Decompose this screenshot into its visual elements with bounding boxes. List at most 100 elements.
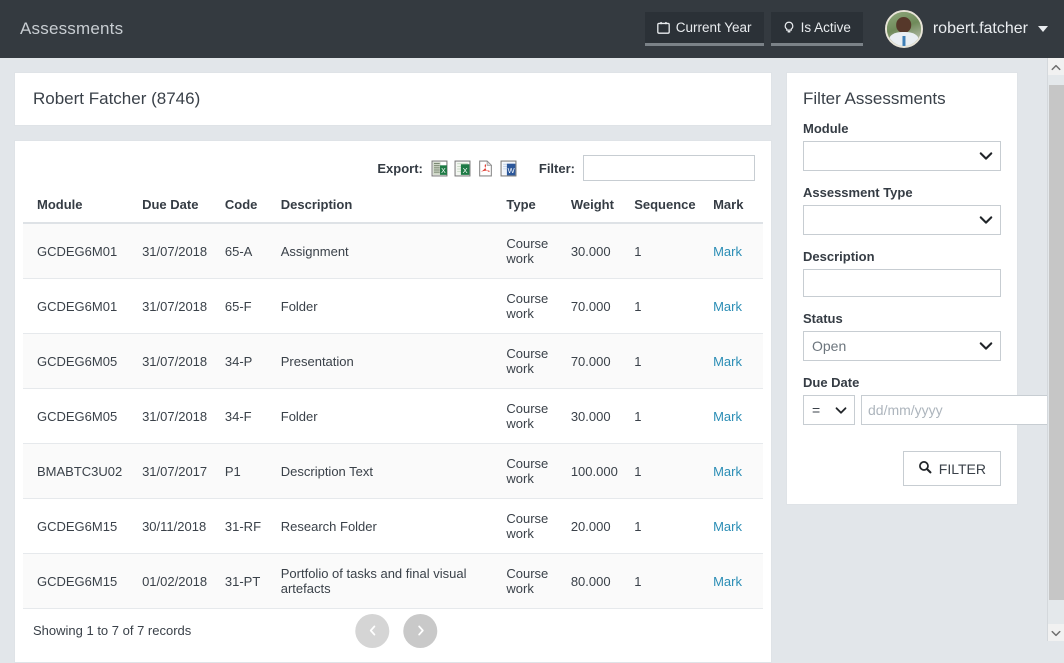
pagination-next-button[interactable] [403,614,437,648]
cell-type: Course work [500,389,564,444]
due-operator-wrap: = [803,395,855,425]
filter-assessments-panel: Filter Assessments Module Assessment Typ… [786,72,1018,505]
status-label: Status [803,311,1001,326]
cell-weight: 70.000 [565,279,628,334]
module-label: Module [803,121,1001,136]
mark-link[interactable]: Mark [713,244,742,259]
cell-sequence: 1 [628,554,707,609]
scrollbar-thumb[interactable] [1049,85,1064,600]
student-card: Robert Fatcher (8746) [14,72,772,126]
cell-mark: Mark [707,444,763,499]
cell-code: 31-PT [219,554,275,609]
assessment-type-label: Assessment Type [803,185,1001,200]
cell-weight: 80.000 [565,554,628,609]
filter-button-row: FILTER [803,439,1001,486]
mark-link[interactable]: Mark [713,354,742,369]
search-icon [918,460,932,477]
cell-mark: Mark [707,279,763,334]
cell-due-date: 31/07/2018 [136,334,219,389]
chevron-right-icon [414,624,427,637]
cell-sequence: 1 [628,223,707,279]
cell-module: GCDEG6M01 [23,279,136,334]
mark-link[interactable]: Mark [713,574,742,589]
cell-due-date: 30/11/2018 [136,499,219,554]
cell-sequence: 1 [628,334,707,389]
page-title: Assessments [20,19,123,39]
table-filter-input[interactable] [583,155,755,181]
cell-module: BMABTC3U02 [23,444,136,499]
due-operator-select[interactable]: = [803,395,855,425]
cell-sequence: 1 [628,279,707,334]
cell-code: 65-A [219,223,275,279]
table-row: GCDEG6M0531/07/201834-PPresentationCours… [23,334,763,389]
due-date-input[interactable] [861,395,1055,425]
export-icons: X X W [431,160,517,177]
chevron-up-icon [1051,59,1061,74]
assessment-type-filter-group: Assessment Type [803,185,1001,235]
mark-link[interactable]: Mark [713,299,742,314]
scrollbar-up-button[interactable] [1048,58,1064,75]
svg-text:W: W [508,165,515,174]
col-header-module[interactable]: Module [23,191,136,223]
page-body: Robert Fatcher (8746) Export: X X W [0,58,1064,663]
is-active-button[interactable]: Is Active [771,12,863,46]
table-row: GCDEG6M0531/07/201834-FFolderCourse work… [23,389,763,444]
module-filter-group: Module [803,121,1001,171]
export-label: Export: [377,161,423,176]
cell-mark: Mark [707,389,763,444]
table-row: GCDEG6M1530/11/201831-RFResearch FolderC… [23,499,763,554]
export-excel-icon[interactable]: X [454,160,471,177]
export-pdf-icon[interactable] [477,160,494,177]
col-header-code[interactable]: Code [219,191,275,223]
current-year-label: Current Year [676,19,752,37]
filter-submit-button[interactable]: FILTER [903,451,1001,486]
cell-weight: 30.000 [565,389,628,444]
vertical-scrollbar[interactable] [1047,58,1064,641]
chevron-down-icon [1051,625,1061,640]
status-select[interactable]: Open [803,331,1001,361]
topbar-actions: Current Year Is Active robert.fatcher [645,10,1048,48]
cell-due-date: 01/02/2018 [136,554,219,609]
col-header-type[interactable]: Type [500,191,564,223]
description-input[interactable] [803,269,1001,297]
cell-weight: 20.000 [565,499,628,554]
export-word-icon[interactable]: W [500,160,517,177]
table-row: GCDEG6M1501/02/201831-PTPortfolio of tas… [23,554,763,609]
scrollbar-down-button[interactable] [1048,624,1064,641]
due-date-input-wrap [861,395,1064,425]
col-header-sequence[interactable]: Sequence [628,191,707,223]
pagination-previous-button[interactable] [355,614,389,648]
status-select-wrap: Open [803,331,1001,361]
filter-label: Filter: [539,161,575,176]
module-select[interactable] [803,141,1001,171]
side-column: Filter Assessments Module Assessment Typ… [786,72,1018,505]
mark-link[interactable]: Mark [713,519,742,534]
col-header-description[interactable]: Description [275,191,501,223]
cell-code: 34-F [219,389,275,444]
table-row: BMABTC3U0231/07/2017P1Description TextCo… [23,444,763,499]
lightbulb-icon [783,21,795,34]
cell-mark: Mark [707,223,763,279]
table-row: GCDEG6M0131/07/201865-FFolderCourse work… [23,279,763,334]
export-csv-icon[interactable]: X [431,160,448,177]
col-header-due-date[interactable]: Due Date [136,191,219,223]
col-header-mark: Mark [707,191,763,223]
cell-type: Course work [500,444,564,499]
table-header-row: Module Due Date Code Description Type We… [23,191,763,223]
table-footer: Showing 1 to 7 of 7 records [23,609,763,654]
cell-type: Course work [500,499,564,554]
mark-link[interactable]: Mark [713,464,742,479]
user-menu[interactable]: robert.fatcher [885,10,1048,48]
assessment-type-select[interactable] [803,205,1001,235]
cell-type: Course work [500,334,564,389]
current-year-button[interactable]: Current Year [645,12,764,46]
calendar-icon [657,21,670,34]
mark-link[interactable]: Mark [713,409,742,424]
table-head: Module Due Date Code Description Type We… [23,191,763,223]
filter-button-label: FILTER [939,461,986,477]
cell-description: Portfolio of tasks and final visual arte… [275,554,501,609]
assessment-type-select-wrap [803,205,1001,235]
col-header-weight[interactable]: Weight [565,191,628,223]
cell-code: 34-P [219,334,275,389]
table-row: GCDEG6M0131/07/201865-AAssignmentCourse … [23,223,763,279]
